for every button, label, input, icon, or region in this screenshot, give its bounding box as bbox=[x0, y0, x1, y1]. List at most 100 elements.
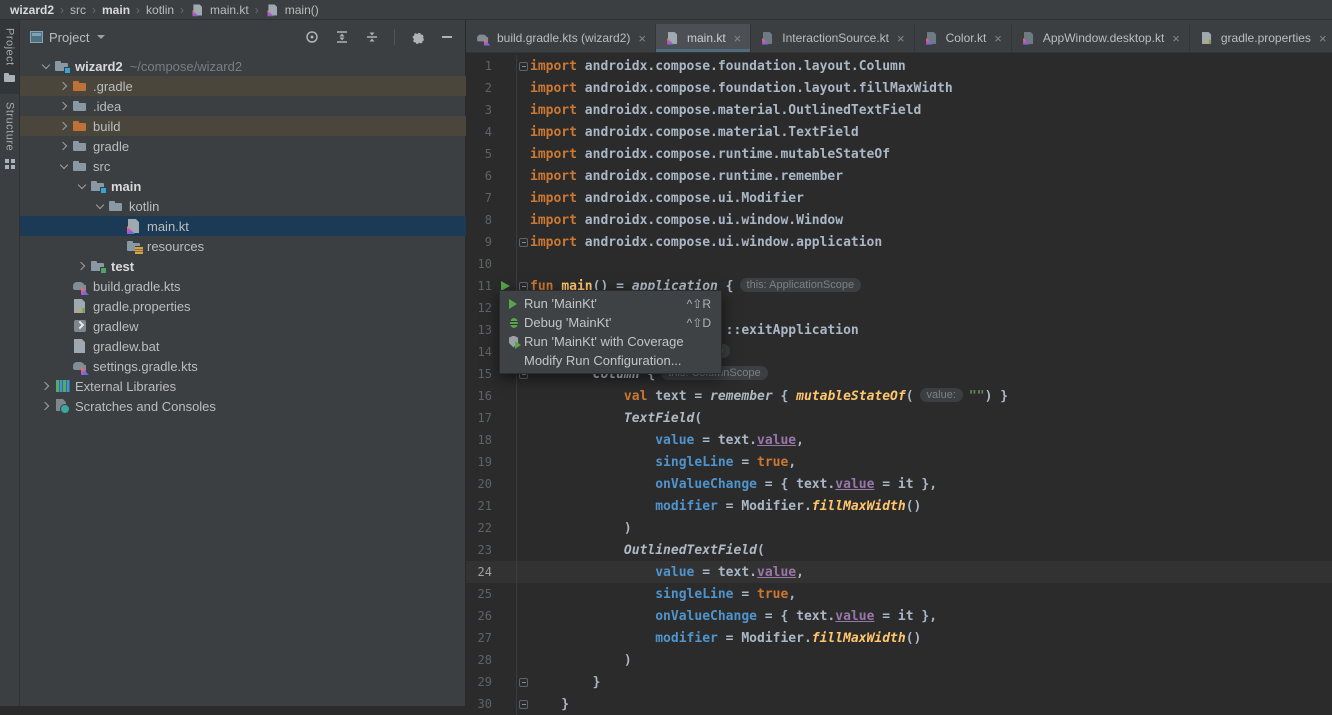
breadcrumb-item-src[interactable]: src bbox=[70, 3, 86, 17]
tree-item-main[interactable]: main bbox=[20, 176, 466, 196]
code-line-24[interactable]: 24 value = text.value, bbox=[466, 561, 1332, 583]
tree-item-resources[interactable]: resources bbox=[20, 236, 466, 256]
close-icon[interactable]: × bbox=[638, 31, 646, 46]
code-line-17[interactable]: 17 TextField( bbox=[466, 407, 1332, 429]
breadcrumb-item-main-kt[interactable]: main.kt bbox=[190, 2, 249, 18]
tab-interactionsource-kt[interactable]: InteractionSource.kt× bbox=[751, 24, 914, 52]
code-token: androidx.compose.foundation.layout.fillM… bbox=[577, 81, 953, 96]
code-line-1[interactable]: 1import androidx.compose.foundation.layo… bbox=[466, 55, 1332, 77]
fold-marker-icon[interactable] bbox=[519, 62, 528, 71]
expander-closed-icon[interactable] bbox=[56, 118, 72, 134]
menu-item-modify-run-configuration[interactable]: Modify Run Configuration... bbox=[500, 351, 721, 370]
tree-item-build-gradle-kts[interactable]: build.gradle.kts bbox=[20, 276, 466, 296]
tree-item-gradle[interactable]: gradle bbox=[20, 136, 466, 156]
tree-item-external-libraries[interactable]: External Libraries bbox=[20, 376, 466, 396]
fold-column bbox=[516, 99, 530, 121]
breadcrumb-item-main[interactable]: main() bbox=[265, 2, 319, 18]
code-line-21[interactable]: 21 modifier = Modifier.fillMaxWidth() bbox=[466, 495, 1332, 517]
tab-main-kt[interactable]: main.kt× bbox=[656, 24, 751, 52]
code-line-9[interactable]: 9import androidx.compose.ui.window.appli… bbox=[466, 231, 1332, 253]
code-token: androidx.compose.ui.window.Window bbox=[577, 213, 843, 228]
locate-icon[interactable] bbox=[304, 29, 320, 45]
tree-item-idea[interactable]: .idea bbox=[20, 96, 466, 116]
code-line-7[interactable]: 7import androidx.compose.ui.Modifier bbox=[466, 187, 1332, 209]
close-icon[interactable]: × bbox=[1319, 31, 1327, 46]
tree-item-gradlew[interactable]: gradlew bbox=[20, 316, 466, 336]
fold-marker-icon[interactable] bbox=[519, 700, 528, 709]
tree-item-gradlew-bat[interactable]: gradlew.bat bbox=[20, 336, 466, 356]
menu-item-run-mainkt-with-coverage[interactable]: Run 'MainKt' with Coverage bbox=[500, 332, 721, 351]
expander-closed-icon[interactable] bbox=[38, 378, 54, 394]
line-number: 26 bbox=[466, 609, 494, 623]
code-line-3[interactable]: 3import androidx.compose.material.Outlin… bbox=[466, 99, 1332, 121]
tree-item-wizard2[interactable]: wizard2~/compose/wizard2 bbox=[20, 56, 466, 76]
code-line-5[interactable]: 5import androidx.compose.runtime.mutable… bbox=[466, 143, 1332, 165]
code-line-27[interactable]: 27 modifier = Modifier.fillMaxWidth() bbox=[466, 627, 1332, 649]
gradle-elephant bbox=[73, 282, 85, 290]
code-line-19[interactable]: 19 singleLine = true, bbox=[466, 451, 1332, 473]
hide-icon[interactable] bbox=[439, 29, 455, 45]
expander-open-icon[interactable] bbox=[56, 158, 72, 174]
chevron-right-icon bbox=[59, 82, 67, 90]
code-line-22[interactable]: 22 ) bbox=[466, 517, 1332, 539]
breadcrumb-item-kotlin[interactable]: kotlin bbox=[146, 3, 174, 17]
expander-open-icon[interactable] bbox=[74, 178, 90, 194]
tree-item-settings-gradle-kts[interactable]: settings.gradle.kts bbox=[20, 356, 466, 376]
expander-open-icon[interactable] bbox=[38, 58, 54, 74]
tool-window-button-structure[interactable]: Structure bbox=[0, 94, 19, 179]
tab-build-gradle-kts-wizard2[interactable]: build.gradle.kts (wizard2)× bbox=[466, 24, 656, 52]
fold-marker-icon[interactable] bbox=[519, 678, 528, 687]
close-icon[interactable]: × bbox=[897, 31, 905, 46]
code-line-2[interactable]: 2import androidx.compose.foundation.layo… bbox=[466, 77, 1332, 99]
code-line-18[interactable]: 18 value = text.value, bbox=[466, 429, 1332, 451]
fold-marker-icon[interactable] bbox=[519, 238, 528, 247]
tree-item-scratches-and-consoles[interactable]: Scratches and Consoles bbox=[20, 396, 466, 416]
expander-closed-icon[interactable] bbox=[38, 398, 54, 414]
code-line-25[interactable]: 25 singleLine = true, bbox=[466, 583, 1332, 605]
tree-item-main-kt[interactable]: main.kt bbox=[20, 216, 466, 236]
code-line-20[interactable]: 20 onValueChange = { text.value = it }, bbox=[466, 473, 1332, 495]
close-icon[interactable]: × bbox=[1172, 31, 1180, 46]
expander-closed-icon[interactable] bbox=[56, 78, 72, 94]
code-line-16[interactable]: 16 val text = remember { mutableStateOf(… bbox=[466, 385, 1332, 407]
breadcrumb-item-main[interactable]: main bbox=[102, 3, 130, 17]
code-line-30[interactable]: 30 } bbox=[466, 693, 1332, 715]
expander-closed-icon[interactable] bbox=[74, 258, 90, 274]
code-line-28[interactable]: 28 ) bbox=[466, 649, 1332, 671]
tree-item-gradle[interactable]: .gradle bbox=[20, 76, 466, 96]
close-icon[interactable]: × bbox=[734, 31, 742, 46]
close-icon[interactable]: × bbox=[994, 31, 1002, 46]
code-line-10[interactable]: 10 bbox=[466, 253, 1332, 275]
code-line-29[interactable]: 29 } bbox=[466, 671, 1332, 693]
code-line-4[interactable]: 4import androidx.compose.material.TextFi… bbox=[466, 121, 1332, 143]
code-token: it bbox=[898, 477, 914, 492]
tab-color-kt[interactable]: Color.kt× bbox=[915, 24, 1012, 52]
code-line-6[interactable]: 6import androidx.compose.runtime.remembe… bbox=[466, 165, 1332, 187]
project-view-selector[interactable]: Project bbox=[30, 30, 105, 45]
breadcrumb-item-wizard2[interactable]: wizard2 bbox=[10, 3, 54, 17]
settings-icon[interactable] bbox=[409, 29, 425, 45]
collapse-all-icon[interactable] bbox=[364, 29, 380, 45]
menu-item-run-mainkt[interactable]: Run 'MainKt'^⇧R bbox=[500, 294, 721, 313]
expander-open-icon[interactable] bbox=[92, 198, 108, 214]
code-token: true bbox=[757, 587, 788, 602]
tree-item-gradle-properties[interactable]: gradle.properties bbox=[20, 296, 466, 316]
menu-item-debug-mainkt[interactable]: Debug 'MainKt'^⇧D bbox=[500, 313, 721, 332]
code-text: onValueChange = { text.value = it }, bbox=[530, 609, 937, 624]
code-token: true bbox=[757, 455, 788, 470]
code-line-26[interactable]: 26 onValueChange = { text.value = it }, bbox=[466, 605, 1332, 627]
tab-appwindow-desktop-kt[interactable]: AppWindow.desktop.kt× bbox=[1012, 24, 1190, 52]
tree-item-build[interactable]: build bbox=[20, 116, 466, 136]
tab-gradle-properties[interactable]: gradle.properties× bbox=[1190, 24, 1332, 52]
code-line-23[interactable]: 23 OutlinedTextField( bbox=[466, 539, 1332, 561]
expander-closed-icon[interactable] bbox=[56, 138, 72, 154]
code-line-8[interactable]: 8import androidx.compose.ui.window.Windo… bbox=[466, 209, 1332, 231]
code-editor[interactable]: 1import androidx.compose.foundation.layo… bbox=[466, 55, 1332, 715]
tree-item-kotlin[interactable]: kotlin bbox=[20, 196, 466, 216]
expand-all-icon[interactable] bbox=[334, 29, 350, 45]
code-token bbox=[530, 499, 655, 514]
tree-item-test[interactable]: test bbox=[20, 256, 466, 276]
tool-window-button-project[interactable]: Project bbox=[0, 20, 19, 94]
expander-closed-icon[interactable] bbox=[56, 98, 72, 114]
tree-item-src[interactable]: src bbox=[20, 156, 466, 176]
